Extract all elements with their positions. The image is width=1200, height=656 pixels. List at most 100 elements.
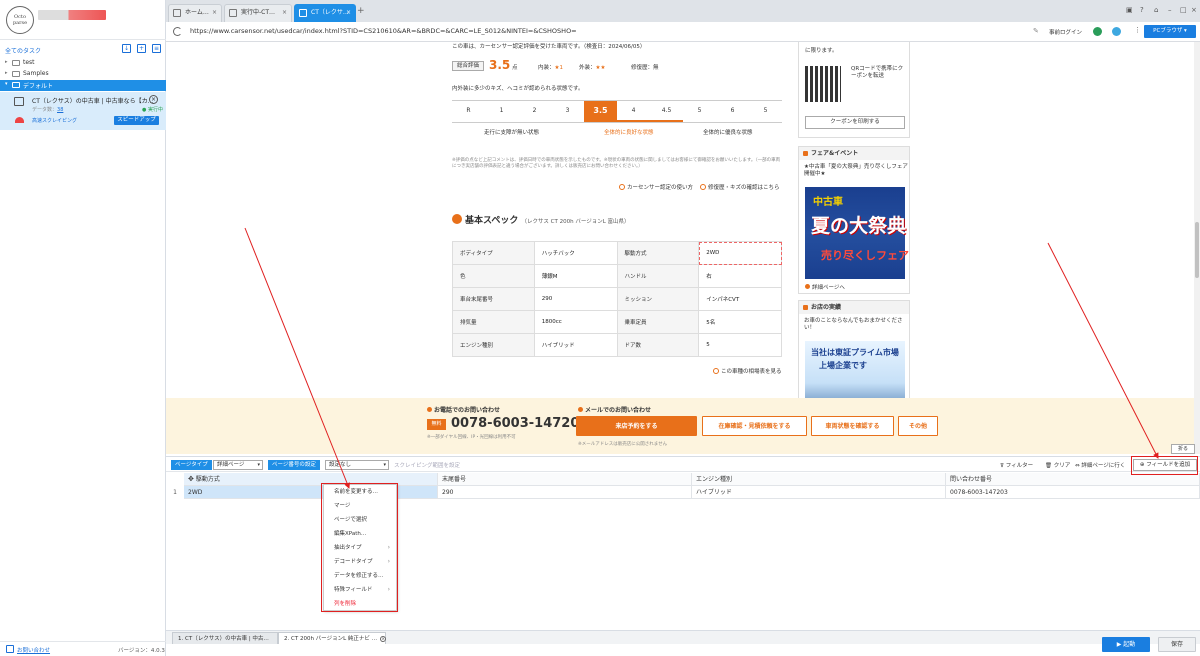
- annotation-box-menu: [321, 483, 398, 612]
- grade-scale: R 1 2 3 3.5 4 4.5 5 6 5: [452, 100, 782, 121]
- start-button[interactable]: ▶ 起動: [1102, 637, 1150, 652]
- fair-banner[interactable]: 中古車 夏の大祭典 売り尽くしフェア: [805, 187, 909, 279]
- table-cell[interactable]: ハイブリッド: [692, 486, 946, 499]
- collapse-arrow-icon[interactable]: ▾: [5, 81, 8, 87]
- fold-button[interactable]: 折る: [1171, 444, 1195, 454]
- column-header-drive[interactable]: ✥ 駆動方式: [184, 473, 438, 486]
- new-folder-icon[interactable]: +: [137, 44, 146, 53]
- condition-check-button[interactable]: 車両状態を確認する: [811, 416, 894, 436]
- edit-icon[interactable]: ✎: [1033, 27, 1039, 35]
- close-window-icon[interactable]: ×: [1191, 6, 1197, 14]
- task-close-icon[interactable]: ×: [149, 95, 158, 104]
- car-icon: [452, 214, 462, 224]
- scraping-range-link[interactable]: スクレイピング範囲を設定: [394, 461, 460, 469]
- extension-icon[interactable]: [1093, 27, 1102, 36]
- grade-item: 1: [499, 107, 504, 114]
- add-icon[interactable]: [1112, 27, 1121, 36]
- settings-icon[interactable]: ≡: [152, 44, 161, 53]
- column-header[interactable]: 末尾番号: [438, 473, 692, 486]
- tab-running[interactable]: 実行中-CT… ×: [224, 4, 292, 22]
- reload-icon[interactable]: [173, 27, 182, 36]
- filter-button[interactable]: ⊽ フィルター: [1000, 461, 1033, 469]
- contact-bar: お電話でのお問い合わせ 無料 0078-6003-147203 ※一部ダイヤル回…: [166, 398, 1200, 454]
- more-icon[interactable]: ⋮: [1134, 26, 1141, 34]
- page-icon: [299, 9, 307, 17]
- column-header[interactable]: エンジン種別: [692, 473, 946, 486]
- folder-samples[interactable]: ▸ Samples: [0, 69, 166, 80]
- page-type-label: ページタイプ: [171, 460, 212, 470]
- stock-inquiry-button[interactable]: 在庫確認・見積依頼をする: [702, 416, 807, 436]
- annotation-box-add-field: [1131, 456, 1198, 475]
- page-tabs: 1. CT（レクサス）の中古車 | 中古… 2. CT 200h バージョンL …: [166, 630, 1200, 645]
- grade-desc-selected: 全体的に良好な状態: [604, 130, 654, 136]
- store-card: お店の実績 お車のことならなんでもおまかせください！ 当社は東証プライム市場 上…: [798, 300, 910, 411]
- tab-close-icon[interactable]: ×: [282, 5, 287, 21]
- spec-title: 基本スペック （レクサス CT 200h バージョンL 富山県）: [465, 216, 630, 226]
- phone-icon: [427, 407, 432, 412]
- goto-detail-button[interactable]: ⇔ 詳細ページに行く: [1075, 461, 1125, 469]
- fair-detail-link[interactable]: 詳細ページへ: [805, 283, 845, 291]
- page-type-select[interactable]: 詳細ページ ▾: [213, 460, 263, 470]
- arrow-circle-icon: [713, 368, 719, 374]
- print-coupon-button[interactable]: クーポンを印刷する: [805, 116, 905, 129]
- trash-icon: 🗑: [1045, 463, 1054, 469]
- spec-table: ボディタイプ ハッチバック 駆動方式 2WD 色 薄銀M ハンドル 右 車台末尾…: [452, 241, 782, 357]
- table-cell[interactable]: 290: [438, 486, 692, 499]
- grade-range-highlight: [584, 120, 683, 122]
- contact-link[interactable]: お問い合わせ: [17, 646, 50, 654]
- tab-close-icon[interactable]: ×: [212, 5, 217, 21]
- table-row: ボディタイプ ハッチバック 駆動方式 2WD: [452, 241, 782, 265]
- grade-divider: [452, 122, 782, 123]
- pre-login-button[interactable]: 事前ログイン: [1049, 28, 1082, 36]
- help-icon[interactable]: [6, 645, 14, 653]
- page-number-select[interactable]: 設定なし ▾: [325, 460, 389, 470]
- overall-label: 総合評価: [452, 61, 484, 71]
- expand-arrow-icon[interactable]: ▸: [5, 70, 8, 76]
- save-button[interactable]: 保存: [1158, 637, 1196, 652]
- web-viewport[interactable]: この車は、カーセンサー認定評価を受けた車両です。（検査日：2024/06/05）…: [166, 42, 1200, 454]
- grade-item-selected: 3.5: [584, 101, 617, 121]
- scroll-thumb[interactable]: [1195, 222, 1199, 278]
- folder-default[interactable]: ▾ デフォルト: [0, 80, 166, 91]
- fair-card: フェア&イベント ★中古車「夏の大祭典」売り尽くしフェア開催中★ 中古車 夏の大…: [798, 146, 910, 294]
- expand-arrow-icon[interactable]: ▸: [5, 59, 8, 65]
- speedup-button[interactable]: スピードアップ: [114, 116, 159, 125]
- pin-icon[interactable]: ⌂: [1154, 6, 1158, 14]
- free-badge: 無料: [427, 419, 446, 430]
- url-field[interactable]: https://www.carsensor.net/usedcar/index.…: [190, 27, 577, 35]
- clear-button[interactable]: 🗑 クリア: [1045, 461, 1070, 469]
- overall-score: 3.5: [489, 58, 511, 72]
- grade-item: 2: [532, 107, 537, 114]
- help-circle-icon[interactable]: ?: [1140, 6, 1144, 14]
- grade-item: 3: [565, 107, 570, 114]
- table-cell[interactable]: 0078-6003-147203: [946, 486, 1200, 499]
- qr-code: [805, 66, 841, 102]
- move-icon: ✥: [188, 475, 194, 483]
- tab-home[interactable]: ホーム… ×: [168, 4, 222, 22]
- maximize-icon[interactable]: □: [1180, 6, 1187, 14]
- minimize-icon[interactable]: –: [1168, 6, 1172, 14]
- new-tab-icon[interactable]: +: [357, 6, 365, 16]
- scrollbar[interactable]: [1194, 42, 1200, 454]
- tab-close-icon[interactable]: ×: [346, 5, 351, 21]
- folder-test[interactable]: ▸ test: [0, 58, 166, 69]
- visit-reservation-button[interactable]: 来店予約をする: [576, 416, 697, 436]
- import-icon[interactable]: ↓: [122, 44, 131, 53]
- selected-cell[interactable]: 2WD: [698, 241, 782, 265]
- tab-ct-lexus[interactable]: CT（レクサ… ×: [294, 4, 356, 22]
- cert-usage-link[interactable]: カーセンサー認定の使い方: [619, 183, 693, 191]
- task-status: ● 実行中: [142, 107, 163, 113]
- all-tasks-link[interactable]: 全てのタスク: [5, 46, 41, 55]
- running-task-card[interactable]: CT（レクサス）の中古車 | 中古車なら【カ… × データ数：38 ● 実行中 …: [0, 92, 166, 130]
- pc-browser-button[interactable]: PCブラウザ ▾: [1144, 25, 1196, 38]
- arrow-circle-icon: [700, 184, 706, 190]
- condition-note: 内外装に多少のキズ、ヘコミが認められる状態です。: [452, 86, 584, 92]
- repair-history: 修復歴：無: [631, 65, 659, 71]
- other-button[interactable]: その他: [898, 416, 938, 436]
- table-row: 排気量 1800cc 乗車定員 5名: [452, 310, 782, 334]
- grade-desc: 全体的に優良な状態: [703, 130, 753, 136]
- restore-icon[interactable]: ▣: [1126, 6, 1133, 14]
- table-cell[interactable]: 2WD: [184, 486, 438, 499]
- price-compare-link[interactable]: この車種の相場表を見る: [713, 367, 782, 375]
- repair-check-link[interactable]: 修復歴・キズの確認はこちら: [700, 183, 780, 191]
